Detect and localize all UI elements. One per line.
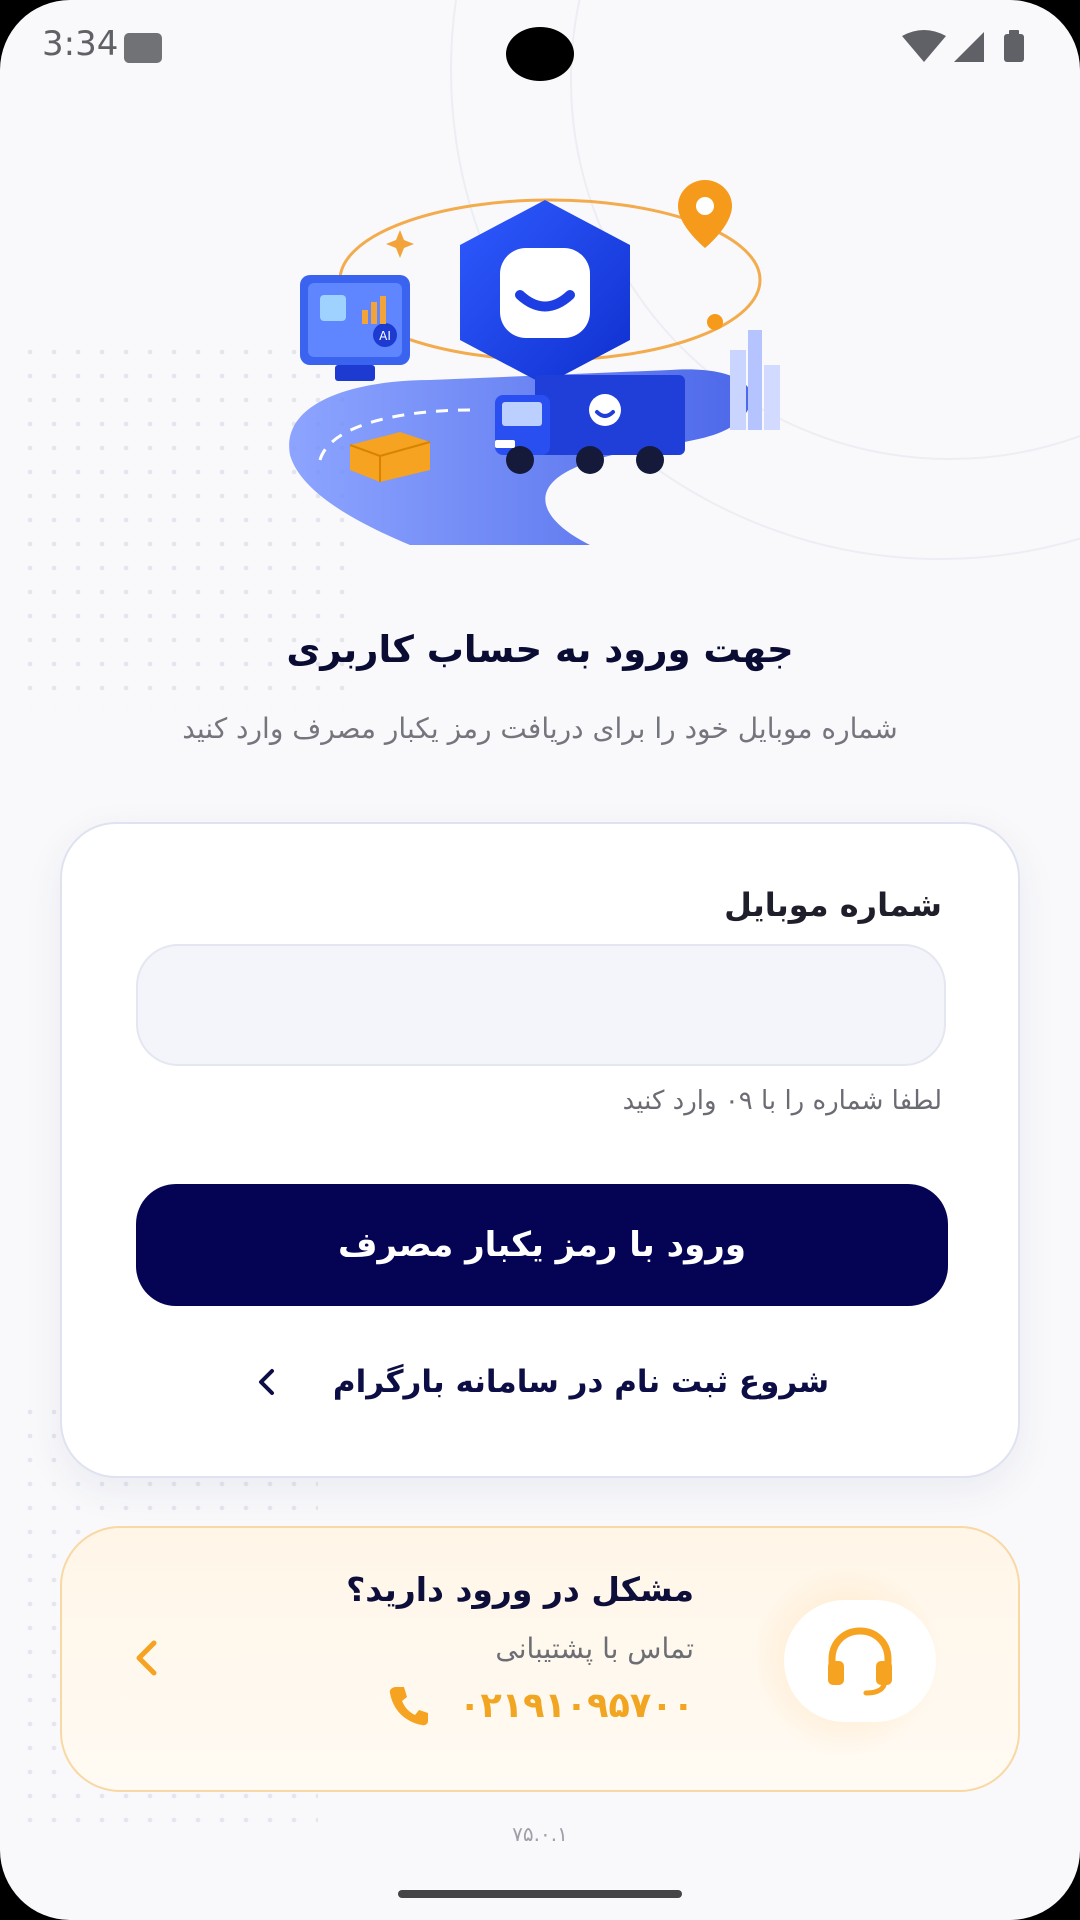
camera-cutout bbox=[506, 27, 574, 81]
login-screen: 3:34 AI جهت ورود به حساب کاربری شماره مو… bbox=[0, 0, 1080, 1920]
app-version: ۷۵.۰.۱ bbox=[512, 1822, 568, 1846]
home-indicator[interactable] bbox=[398, 1890, 682, 1898]
chevron-left-icon bbox=[258, 1369, 274, 1395]
hero-illustration: AI bbox=[289, 180, 780, 545]
notification-icon bbox=[124, 33, 162, 63]
wifi-icon bbox=[902, 30, 946, 62]
signal-icon bbox=[954, 32, 984, 62]
support-subtitle: تماس با پشتیبانی bbox=[495, 1632, 694, 1665]
support-icon-container bbox=[784, 1600, 936, 1722]
login-card: شماره موبایل لطفا شماره را با ۰۹ وارد کن… bbox=[60, 822, 1020, 1478]
status-time: 3:34 bbox=[42, 24, 119, 64]
svg-text:AI: AI bbox=[379, 329, 391, 343]
status-icons bbox=[902, 30, 1024, 62]
headset-icon bbox=[828, 1627, 892, 1696]
otp-login-button[interactable]: ورود با رمز یکبار مصرف bbox=[136, 1184, 948, 1306]
phone-hint: لطفا شماره را با ۰۹ وارد کنید bbox=[622, 1086, 942, 1116]
page-title: جهت ورود به حساب کاربری bbox=[286, 628, 794, 671]
support-title: مشکل در ورود دارید؟ bbox=[346, 1570, 694, 1609]
register-link[interactable]: شروع ثبت نام در سامانه بارگرام bbox=[62, 1352, 1022, 1412]
page-subtitle: شماره موبایل خود را برای دریافت رمز یکبا… bbox=[182, 712, 898, 745]
support-phone-row[interactable]: ۰۲۱۹۱۰۹۵۷۰۰ bbox=[387, 1684, 694, 1728]
phone-field-label: شماره موبایل bbox=[724, 886, 942, 924]
status-bar: 3:34 bbox=[0, 0, 1080, 100]
chevron-left-icon[interactable] bbox=[132, 1638, 160, 1678]
register-link-label: شروع ثبت نام در سامانه بارگرام bbox=[332, 1364, 830, 1400]
support-card[interactable]: مشکل در ورود دارید؟ تماس با پشتیبانی ۰۲۱… bbox=[60, 1526, 1020, 1792]
phone-input[interactable] bbox=[136, 944, 946, 1066]
battery-icon bbox=[1004, 34, 1024, 62]
phone-icon bbox=[389, 1687, 428, 1726]
support-phone-number: ۰۲۱۹۱۰۹۵۷۰۰ bbox=[459, 1686, 694, 1726]
